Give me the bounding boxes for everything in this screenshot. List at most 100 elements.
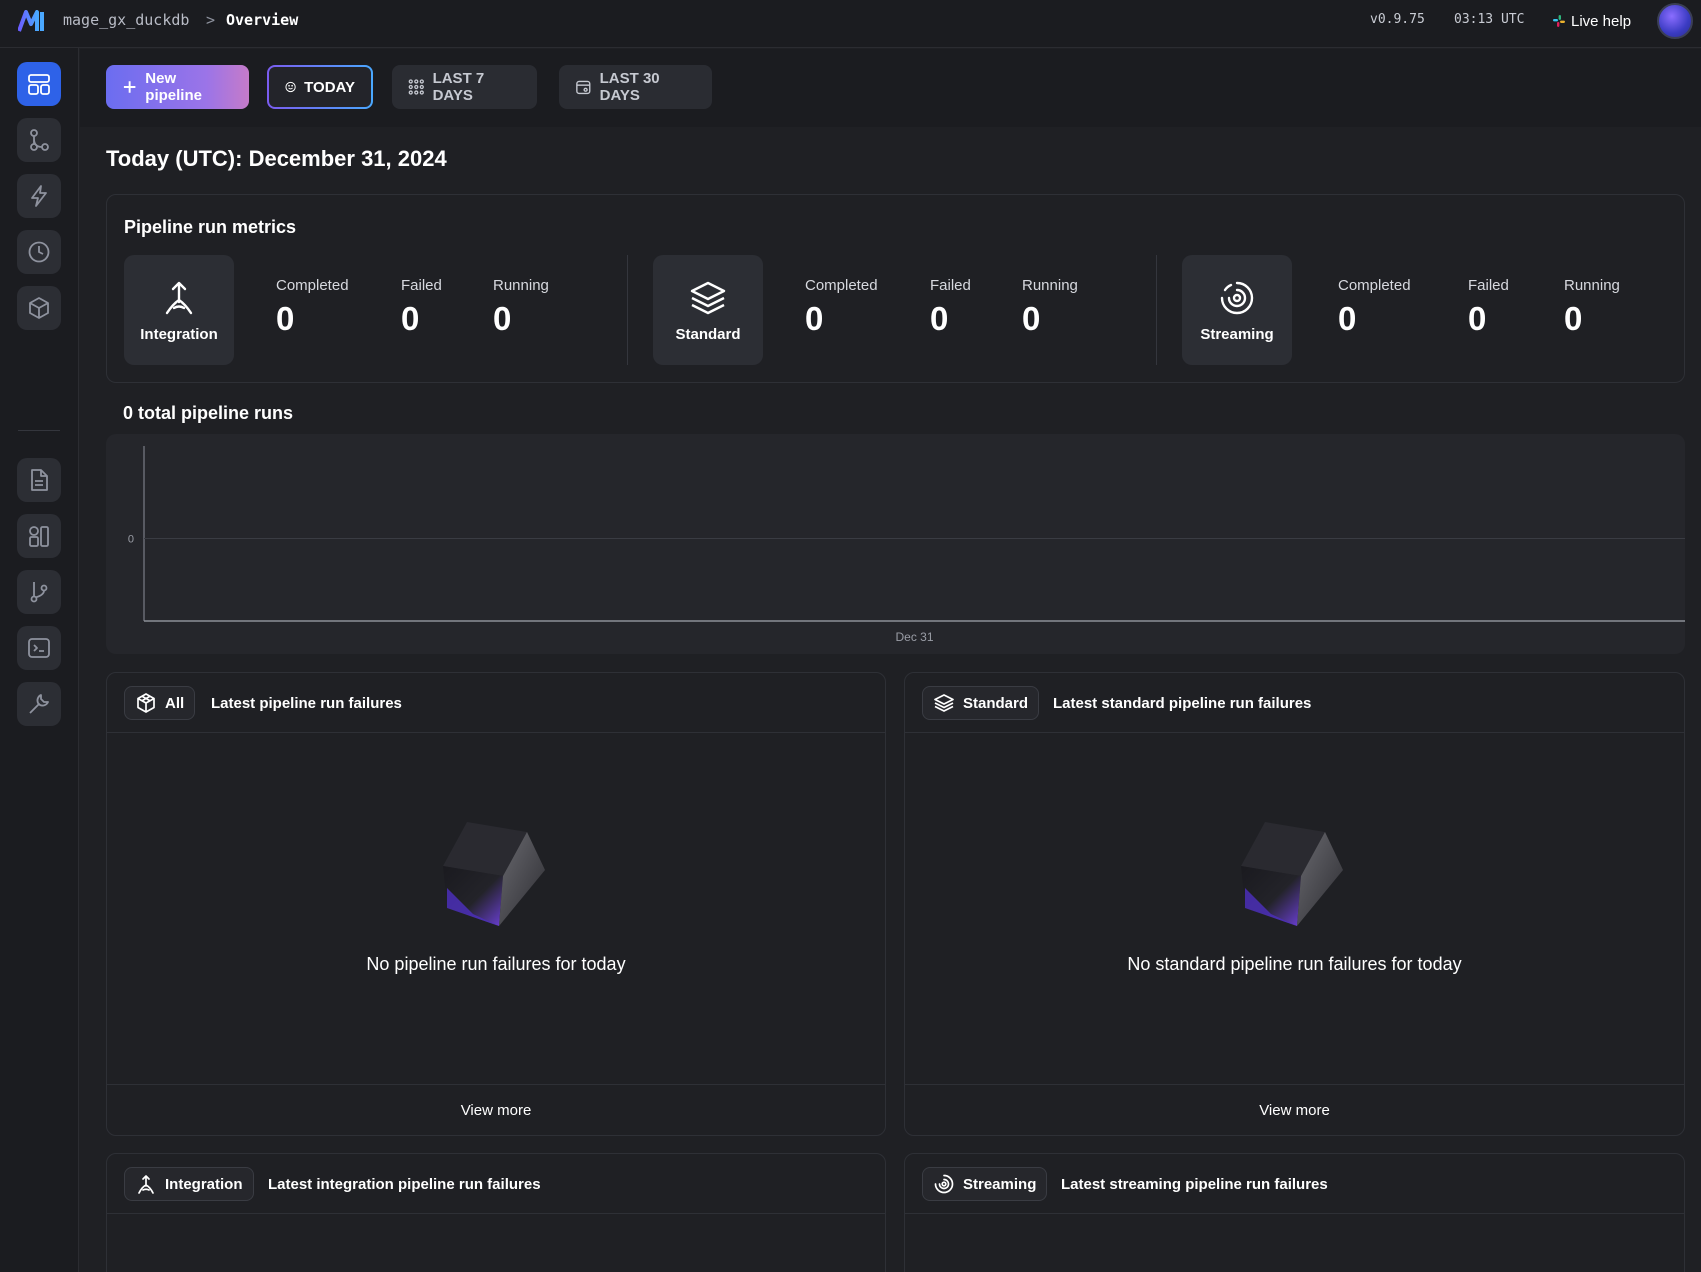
metrics-divider [627,255,628,365]
sidebar-item-version-control[interactable] [17,570,61,614]
standard-failures-panel: Standard Latest standard pipeline run fa… [904,672,1685,1136]
stat-value: 0 [276,300,295,337]
today-label: TODAY [304,78,355,96]
stat-label: Failed [401,277,442,294]
filter-chip-all[interactable]: All [124,686,196,720]
slack-icon [1553,15,1565,27]
panel-header: Standard Latest standard pipeline run fa… [905,673,1684,733]
stat-value: 0 [930,300,949,337]
chip-label: Streaming [963,1175,1037,1193]
breadcrumb-separator: > [206,11,216,29]
plus-icon [123,81,136,93]
sidebar-item-pipelines[interactable] [17,118,61,162]
sidebar-divider [18,430,60,431]
breadcrumb-page: Overview [226,11,299,29]
stat-label: Failed [930,277,971,294]
terminal-icon [28,638,50,658]
stat-label: Running [493,277,549,294]
integration-tile: Integration [124,255,234,365]
sidebar-item-settings[interactable] [17,682,61,726]
metrics-divider [1156,255,1157,365]
standard-label: Standard [675,325,741,343]
view-more-button[interactable]: View more [905,1084,1684,1135]
chip-label: Integration [165,1175,243,1193]
stat-value: 0 [493,300,512,337]
new-pipeline-label: New pipeline [145,70,202,104]
cube-icon [137,693,155,713]
view-more-button[interactable]: View more [107,1084,885,1135]
stat-value: 0 [1022,300,1041,337]
filter-chip-streaming[interactable]: Streaming [922,1167,1048,1201]
new-pipeline-button[interactable]: New pipeline [106,65,249,109]
stat-value: 0 [805,300,824,337]
mage-logo-icon[interactable] [18,10,46,32]
breadcrumb-project[interactable]: mage_gx_duckdb [63,11,189,29]
sidebar-item-triggers[interactable] [17,174,61,218]
clock-icon [28,241,50,263]
standard-tile: Standard [653,255,763,365]
chart-svg: 0 Dec 31 [128,446,1685,644]
standard-failed-stat: Failed 0 [930,277,971,338]
file-icon [31,469,48,491]
empty-state-text: No standard pipeline run failures for to… [1127,954,1462,974]
filter-chip-integration[interactable]: Integration [124,1167,254,1201]
sidebar-item-pipeline-runs[interactable] [17,230,61,274]
pipeline-run-metrics-card: Pipeline run metrics Integration Complet… [106,194,1685,383]
smiley-icon [285,81,296,93]
integration-icon [138,1175,154,1194]
today-tab[interactable]: TODAY [267,65,373,109]
stat-value: 0 [1468,300,1487,337]
shapes-icon [29,526,49,547]
stat-label: Completed [805,277,878,294]
sidebar-item-templates[interactable] [17,514,61,558]
live-help-button[interactable]: Live help [1552,10,1631,32]
stat-label: Failed [1468,277,1509,294]
stat-label: Running [1022,277,1078,294]
clock-label: 03:13 UTC [1454,12,1525,27]
panel-header: Integration Latest integration pipeline … [107,1154,885,1214]
layout-icon [28,74,50,95]
streaming-failed-stat: Failed 0 [1468,277,1509,338]
panel-title: Latest streaming pipeline run failures [1061,1176,1328,1193]
live-help-label: Live help [1571,12,1632,30]
sidebar-item-files[interactable] [17,458,61,502]
last-30-days-label: LAST 30 DAYS [599,70,660,104]
streaming-running-stat: Running 0 [1564,277,1620,338]
calendar-icon [576,80,591,95]
lightning-icon [31,185,47,207]
empty-cube-icon [443,822,545,926]
chip-label: All [165,694,185,712]
streaming-tile: Streaming [1182,255,1292,365]
pipeline-icon [30,129,49,151]
last-7-days-label: LAST 7 DAYS [432,70,485,104]
user-avatar[interactable] [1657,3,1693,39]
sidebar-item-terminal[interactable] [17,626,61,670]
last-7-days-tab[interactable]: LAST 7 DAYS [392,65,537,109]
chip-label: Standard [963,694,1029,712]
filter-chip-standard[interactable]: Standard [922,686,1040,720]
panel-title: Latest pipeline run failures [211,695,402,712]
panel-header: All Latest pipeline run failures [107,673,885,733]
empty-cube-icon [1241,822,1343,926]
integration-failures-panel: Integration Latest integration pipeline … [106,1153,886,1272]
total-runs-title: 0 total pipeline runs [123,403,294,423]
streaming-icon [934,1174,954,1194]
wrench-icon [29,694,49,714]
sidebar-item-blocks[interactable] [17,286,61,330]
standard-running-stat: Running 0 [1022,277,1078,338]
version-label: v0.9.75 [1370,12,1425,27]
sidebar-item-overview[interactable] [17,62,61,106]
stat-label: Completed [276,277,349,294]
chart-y-tick-label: 0 [128,534,134,546]
panel-title: Latest integration pipeline run failures [268,1176,541,1193]
stat-value: 0 [1338,300,1357,337]
layers-icon [934,694,954,712]
sidebar [0,48,79,1272]
pipeline-runs-chart: 0 Dec 31 [106,434,1685,654]
date-range-toolbar: New pipeline TODAY LAST 7 DAYS LAST 30 D… [80,49,1701,127]
integration-failed-stat: Failed 0 [401,277,442,338]
stat-label: Running [1564,277,1620,294]
cube-icon [29,297,49,319]
last-30-days-tab[interactable]: LAST 30 DAYS [559,65,712,109]
empty-state-text: No pipeline run failures for today [366,954,626,974]
